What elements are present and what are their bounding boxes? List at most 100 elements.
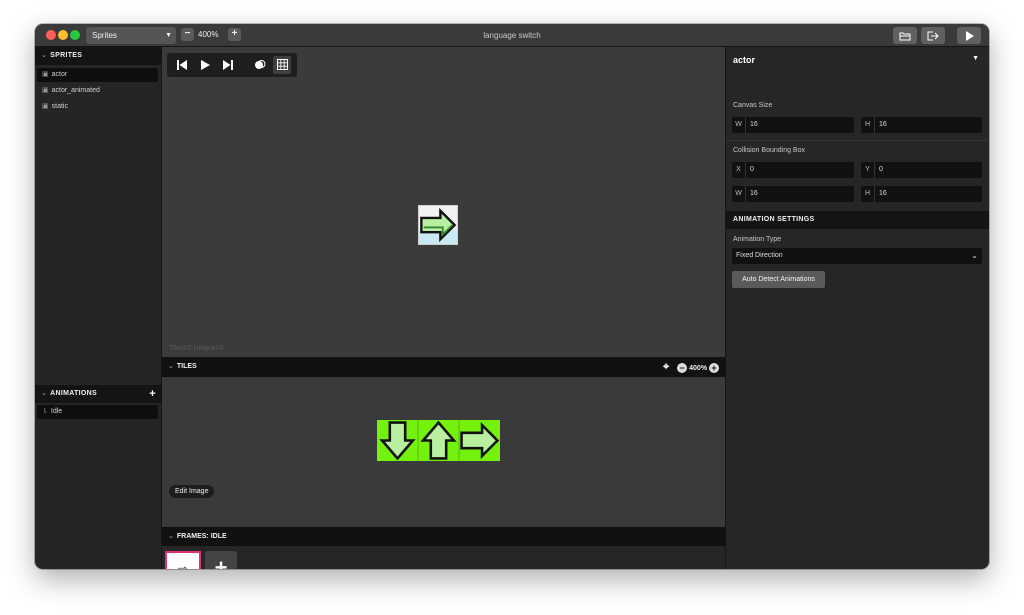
canvas-height-field[interactable]: H 16 <box>861 117 982 133</box>
chevron-down-icon: ⌄ <box>971 251 978 260</box>
collision-height-field[interactable]: H 16 <box>861 186 982 202</box>
frame-thumbnail[interactable]: ⇨ <box>165 551 201 569</box>
collision-width-value: 16 <box>750 190 758 197</box>
sidebar: ⌄ SPRITES ▣ actor ▣ actor_animated ▣ static … <box>35 47 162 569</box>
play-icon <box>200 60 210 70</box>
frames-section-header[interactable]: ⌄ FRAMES: IDLE <box>162 527 725 546</box>
chevron-down-icon: ⌄ <box>41 52 48 59</box>
zoom-control: − 400% + <box>181 28 241 43</box>
animation-type-value: Fixed Direction <box>736 252 783 259</box>
window-title: language switch <box>483 31 541 40</box>
canvas-height-key: H <box>861 117 875 133</box>
sprite-file-icon: ▣ <box>42 87 49 94</box>
tiles-header-label: TILES <box>176 363 197 370</box>
canvas-size-label: Canvas Size <box>733 102 773 109</box>
skip-start-button[interactable] <box>171 53 193 77</box>
frames-strip: ⇨ + <box>162 546 725 569</box>
onion-skin-button[interactable] <box>249 53 271 77</box>
divider <box>726 140 989 141</box>
tiles-section-header[interactable]: ⌄ TILES ⌖ − 400% + <box>162 357 725 377</box>
skip-end-icon <box>223 60 233 70</box>
edit-image-button[interactable]: Edit Image <box>169 485 215 498</box>
collision-y-field[interactable]: Y0 <box>861 162 982 178</box>
sprites-section-header[interactable]: ⌄ SPRITES <box>35 47 162 65</box>
close-window-button[interactable] <box>46 30 56 40</box>
collision-x-field[interactable]: X0 <box>732 162 854 178</box>
collision-box-label: Collision Bounding Box <box>733 147 805 154</box>
animation-item-label: Idle <box>50 408 63 415</box>
collision-width-key: W <box>732 186 746 202</box>
collision-x-key: X <box>732 162 746 178</box>
canvas-width-key: W <box>732 117 746 133</box>
inspector-title: actor <box>733 55 756 65</box>
sprite-item-static[interactable]: ▣ static <box>37 100 158 114</box>
grid-toggle-button[interactable] <box>273 56 291 74</box>
animations-section-header[interactable]: ⌄ ANIMATIONS + <box>35 385 162 403</box>
sprite-item-actor[interactable]: ▣ actor <box>37 68 158 82</box>
playback-toolbar <box>167 53 297 77</box>
animation-item-idle[interactable]: ⇂ Idle <box>37 405 158 419</box>
animation-icon: ⇂ <box>42 408 48 415</box>
minimize-window-button[interactable] <box>58 30 68 40</box>
skip-start-icon <box>177 60 187 70</box>
dropdown-caret-icon: ▼ <box>165 32 172 39</box>
sprite-file-icon: ▣ <box>42 71 49 78</box>
tiles-zoom-out-button[interactable]: − <box>677 363 688 374</box>
animation-type-label: Animation Type <box>733 236 782 243</box>
zoom-window-button[interactable] <box>70 30 80 40</box>
tiles-view[interactable]: Edit Image <box>162 377 725 527</box>
collision-height-value: 16 <box>879 190 887 197</box>
export-icon <box>927 31 939 41</box>
crosshair-icon[interactable]: ⌖ <box>663 361 669 373</box>
onion-skin-icon <box>255 60 266 69</box>
canvas-height-value: 16 <box>879 121 887 128</box>
collision-y-key: Y <box>861 162 875 178</box>
auto-detect-animations-button[interactable]: Auto Detect Animations <box>732 271 825 288</box>
inspector-panel: actor ▼ Canvas Size W 16 H 16 Collision Bo… <box>725 47 989 569</box>
section-select[interactable]: Sprites ▼ <box>86 27 176 44</box>
play-button[interactable] <box>194 53 216 77</box>
chevron-down-icon: ⌄ <box>168 533 174 540</box>
frames-header-label: FRAMES: IDLE <box>176 533 227 540</box>
grid-icon <box>276 59 288 70</box>
canvas-width-value: 16 <box>750 121 758 128</box>
open-folder-button[interactable] <box>893 27 917 44</box>
animation-settings-header: ANIMATION SETTINGS <box>726 211 989 229</box>
sprite-item-label: actor_animated <box>51 87 100 94</box>
canvas-width-field[interactable]: W 16 <box>732 117 854 133</box>
section-select-value: Sprites <box>92 31 117 40</box>
app-window: language switch Sprites ▼ − 400% + ⌄ SPR… <box>35 24 989 569</box>
open-folder-icon <box>899 32 911 41</box>
sprite-item-label: static <box>51 103 68 110</box>
chevron-down-icon: ⌄ <box>168 363 174 370</box>
sprites-header-label: SPRITES <box>50 52 83 59</box>
tiles-zoom-in-button[interactable]: + <box>709 363 719 374</box>
sprite-item-label: actor <box>51 71 68 78</box>
export-button[interactable] <box>921 27 945 44</box>
collision-x-value: 0 <box>750 166 754 173</box>
tiles-info: Tiles=2 Unique=6 <box>169 345 224 352</box>
editor-center: Tiles=2 Unique=6 ⌄ TILES ⌖ − 400% + Edit… <box>162 47 725 569</box>
collision-width-field[interactable]: W 16 <box>732 186 854 202</box>
title-bar: language switch Sprites ▼ − 400% + <box>35 24 989 47</box>
run-button[interactable] <box>957 27 981 44</box>
tiles-zoom-control: ⌖ − 400% + <box>663 357 719 377</box>
zoom-out-button[interactable]: − <box>181 28 194 41</box>
chevron-down-icon: ⌄ <box>41 390 48 397</box>
sprite-file-icon: ▣ <box>42 103 49 110</box>
chevron-down-icon[interactable]: ▼ <box>972 55 979 62</box>
collision-y-value: 0 <box>879 166 883 173</box>
tiles-zoom-level: 400% <box>689 365 708 372</box>
add-frame-button[interactable]: + <box>205 551 237 569</box>
tileset-arrows-icon <box>377 420 500 461</box>
tileset-strip <box>377 420 500 461</box>
collision-height-key: H <box>861 186 875 202</box>
zoom-level: 400% <box>198 30 219 39</box>
sprite-item-actor-animated[interactable]: ▣ actor_animated <box>37 84 158 98</box>
zoom-in-button[interactable]: + <box>228 28 241 41</box>
skip-end-button[interactable] <box>217 53 239 77</box>
animation-type-select[interactable]: Fixed Direction ⌄ <box>732 248 982 264</box>
sprite-preview <box>418 205 458 245</box>
sprite-canvas[interactable]: Tiles=2 Unique=6 <box>162 47 725 357</box>
add-animation-button[interactable]: + <box>149 385 156 403</box>
